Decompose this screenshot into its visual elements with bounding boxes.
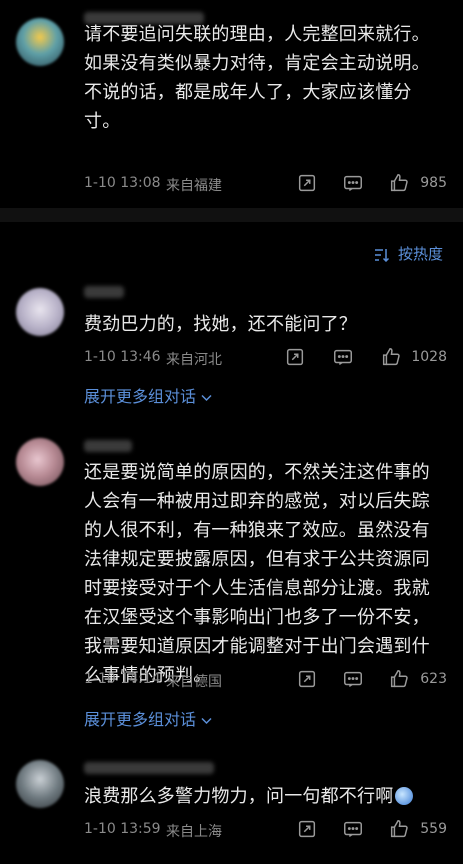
- comment-location: 来自上海: [166, 824, 222, 840]
- expand-conversation-link[interactable]: 展开更多组对话: [84, 383, 212, 407]
- avatar[interactable]: [16, 18, 64, 66]
- comment-time: 1-10 13:08: [84, 175, 161, 191]
- share-icon[interactable]: [296, 172, 320, 196]
- comment-meta: 1-10 14:14 来自德国 623: [84, 668, 447, 692]
- comment-icon[interactable]: [342, 172, 366, 196]
- thumbs-up-icon[interactable]: [388, 818, 412, 842]
- like-count: 1028: [411, 349, 447, 365]
- comment-time: 1-10 13:46: [84, 349, 161, 365]
- comment-time: 1-10 13:59: [84, 821, 161, 837]
- share-icon[interactable]: [284, 346, 308, 370]
- like-count: 985: [420, 175, 447, 191]
- like-count: 559: [420, 821, 447, 837]
- comment-location: 来自福建: [166, 178, 222, 194]
- like-count: 623: [420, 671, 447, 687]
- comment-text: 还是要说简单的原因的，不然关注这件事的人会有一种被用过即弃的感觉，对以后失踪的人…: [84, 462, 430, 686]
- sort-icon: [374, 245, 398, 263]
- comment-location: 来自河北: [166, 352, 222, 368]
- comment-location: 来自德国: [166, 674, 222, 690]
- share-icon[interactable]: [296, 818, 320, 842]
- sort-by-hot-button[interactable]: 按热度: [374, 243, 443, 264]
- share-icon[interactable]: [296, 668, 320, 692]
- username-redacted[interactable]: [84, 286, 124, 298]
- avatar[interactable]: [16, 760, 64, 808]
- comment-4: 浪费那么多警力物力，问一句都不行啊 1-10 13:59 来自上海 559: [0, 752, 463, 864]
- comment-1: 请不要追问失联的理由，人完整回来就行。如果没有类似暴力对待，肯定会主动说明。不说…: [0, 0, 463, 210]
- comment-meta: 1-10 13:08 来自福建 985: [84, 172, 447, 196]
- username-redacted[interactable]: [84, 440, 132, 452]
- comment-meta: 1-10 13:46 来自河北 1028: [84, 346, 447, 370]
- comment-icon[interactable]: [332, 346, 356, 370]
- avatar[interactable]: [16, 288, 64, 336]
- section-divider: [0, 208, 463, 222]
- comment-text: 浪费那么多警力物力，问一句都不行啊: [84, 782, 447, 811]
- comment-3: 还是要说简单的原因的，不然关注这件事的人会有一种被用过即弃的感觉，对以后失踪的人…: [0, 432, 463, 732]
- thumbs-up-icon[interactable]: [388, 668, 412, 692]
- avatar[interactable]: [16, 438, 64, 486]
- expand-label: 展开更多组对话: [84, 387, 197, 406]
- chevron-down-icon: [201, 710, 212, 729]
- comment-icon[interactable]: [342, 818, 366, 842]
- comment-meta: 1-10 13:59 来自上海 559: [84, 818, 447, 842]
- comment-icon[interactable]: [342, 668, 366, 692]
- thumbs-up-icon[interactable]: [380, 346, 404, 370]
- chevron-down-icon: [201, 387, 212, 406]
- comment-time: 1-10 14:14: [84, 671, 161, 687]
- sort-label: 按热度: [397, 245, 443, 263]
- comment-2: 费劲巴力的，找她，还不能问了？ 1-10 13:46 来自河北 1028 展开更…: [0, 280, 463, 410]
- comment-text: 请不要追问失联的理由，人完整回来就行。如果没有类似暴力对待，肯定会主动说明。不说…: [84, 24, 430, 132]
- expand-conversation-link[interactable]: 展开更多组对话: [84, 706, 212, 730]
- emoji-icon: [395, 787, 414, 805]
- thumbs-up-icon[interactable]: [388, 172, 412, 196]
- comment-text: 费劲巴力的，找她，还不能问了？: [84, 314, 357, 335]
- comment-text-content: 浪费那么多警力物力，问一句都不行啊: [84, 786, 394, 807]
- username-redacted[interactable]: [84, 762, 214, 774]
- expand-label: 展开更多组对话: [84, 710, 197, 729]
